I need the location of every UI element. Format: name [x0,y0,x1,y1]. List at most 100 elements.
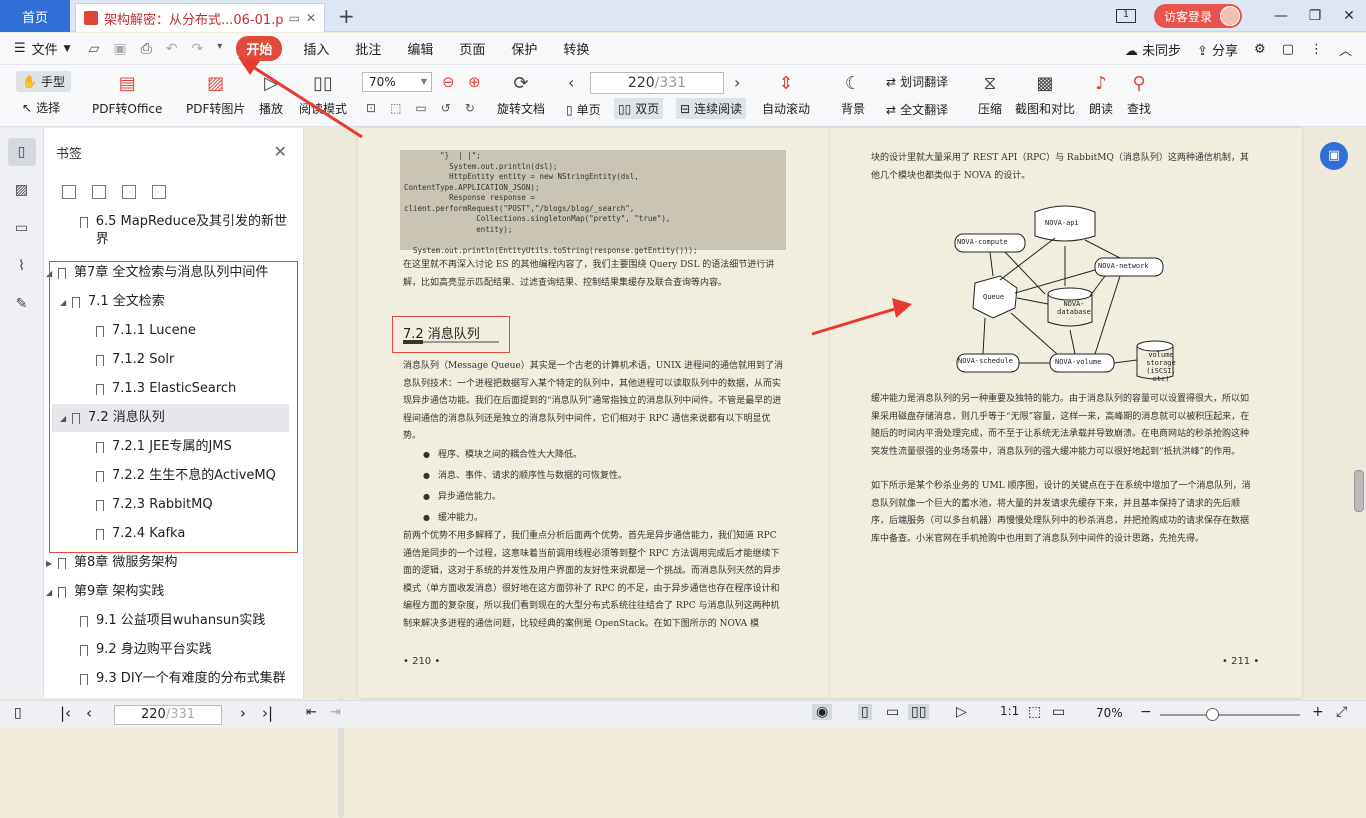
zoom-out-icon[interactable]: ⊖ [442,73,455,91]
sidebar-toggle-icon[interactable]: ▯ [14,705,22,721]
layout-icon[interactable]: 1 [1115,9,1136,23]
new-tab-button[interactable]: + [338,4,355,28]
file-menu[interactable]: ☰ 文件 ▼ [14,39,71,58]
more-options-icon[interactable]: ⋮ [1310,42,1323,57]
next-page-icon[interactable]: › [240,704,246,722]
prev-page-icon[interactable]: ‹ [86,704,92,722]
rotate-left-icon[interactable]: ↺ [441,101,451,115]
word-translate-label: 划词翻译 [900,75,949,89]
close-window-button[interactable]: ✕ [1332,8,1366,24]
signature-icon[interactable]: ✎ [8,290,36,318]
more-icon[interactable]: ▾ [217,41,222,57]
bookmark-item[interactable]: ◢ 第9章 架构实践 [46,583,278,602]
minimize-button[interactable]: — [1264,8,1298,24]
fit-page-icon[interactable]: ⬚ [1028,704,1041,720]
bookmark-item[interactable]: 6.5 MapReduce及其引发的新世界 [80,213,290,249]
zoom-in-icon[interactable]: + [1312,704,1324,720]
menu-protect[interactable]: 保护 [498,39,550,58]
continuous-read-button[interactable]: ⊟ 连续阅读 [676,98,747,119]
settings-icon[interactable]: ⚙ [1254,42,1266,57]
word-translate-button[interactable]: ⇄ 划词翻译 [886,73,948,90]
rotate-right-icon[interactable]: ↻ [465,101,475,115]
delete-bookmark-icon[interactable] [152,185,166,199]
close-tab-icon[interactable]: ✕ [306,11,316,25]
fullscreen-icon[interactable]: ⤢ [1336,704,1347,720]
expand-toggle-icon[interactable]: ▶ [46,555,56,573]
screen-icon[interactable]: ▭ [289,11,300,25]
collapse-all-icon[interactable] [92,185,106,199]
zoom-level[interactable]: 70% [1096,706,1123,720]
expand-all-icon[interactable] [62,185,76,199]
sync-button[interactable]: ☁ 未同步 [1125,40,1181,59]
bookmark-item[interactable]: 9.1 公益项目wuhansun实践 [80,612,290,630]
single-page-icon: ▯ [566,102,573,117]
single-page-button[interactable]: ▯ 单页 [566,101,601,118]
fit-width-icon[interactable]: ▭ [1052,704,1065,720]
screenshot-compare-button[interactable]: ▩ 截图和对比 [1015,71,1075,117]
bookmark-item[interactable]: 9.3 DIY一个有难度的分布式集群 [80,670,290,688]
single-view-icon[interactable]: ▯ [858,704,872,720]
comment-icon[interactable]: ▢ [1282,42,1294,57]
login-button[interactable]: 访客登录 [1153,4,1242,28]
actual-size-icon[interactable]: 1:1 [1000,704,1019,718]
document-scrollbar[interactable] [1354,470,1364,512]
double-page-button[interactable]: ▯▯ 双页 [614,98,664,119]
prev-page-icon[interactable]: ‹ [568,73,574,92]
compress-button[interactable]: ⧖ 压缩 [977,71,1003,117]
next-page-icon[interactable]: › [734,73,740,92]
bookmark-item[interactable]: 9.2 身边购平台实践 [80,641,290,659]
tab-document[interactable]: 架构解密：从分布式...06-01.pdf ▭ ✕ [75,3,325,32]
diagram-node-label: NOVA-api [1045,219,1079,227]
last-page-icon[interactable]: ›| [262,704,273,722]
menu-convert[interactable]: 转换 [550,39,602,58]
forward-icon[interactable]: ⇥ [330,705,341,720]
collapse-icon[interactable]: ︿ [1339,40,1352,59]
bookmark-panel-icon[interactable]: ▯ [7,138,36,166]
menu-edit[interactable]: 编辑 [394,39,446,58]
comment-panel-icon[interactable]: ▭ [8,214,36,242]
menu-page[interactable]: 页面 [446,39,498,58]
zoom-slider-handle[interactable] [1206,708,1219,721]
restore-button[interactable]: ❐ [1298,8,1332,24]
tab-home[interactable]: 首页 [0,0,70,32]
hand-tool[interactable]: ✋ 手型 [16,71,71,92]
add-bookmark-icon[interactable] [122,185,136,199]
read-aloud-button[interactable]: ♪ 朗读 [1088,71,1114,117]
first-page-icon[interactable]: |‹ [60,704,71,722]
redo-icon[interactable]: ↷ [192,41,204,57]
thumbnail-icon[interactable]: ▨ [8,176,36,204]
double-view-icon[interactable]: ▯▯ [908,704,930,720]
bookmark-item[interactable]: ▶ 第8章 微服务架构 [46,554,278,573]
print-icon[interactable]: ⎙ [141,41,152,57]
ai-assistant-icon[interactable]: ▣ [1320,142,1348,170]
find-button[interactable]: ⚲ 查找 [1126,71,1152,117]
back-icon[interactable]: ⇤ [306,705,317,720]
pdf-icon [84,11,98,25]
fit-page-icon[interactable]: ⬚ [390,101,401,115]
zoom-select[interactable]: 70% ▼ [362,72,432,92]
auto-scroll-button[interactable]: ⇕ 自动滚动 [762,71,810,117]
page-view-icon[interactable]: ▭ [886,704,899,720]
bottom-page-input[interactable]: 220/331 [114,705,222,725]
full-translate-button[interactable]: ⇄ 全文翻译 [886,101,948,118]
avatar [1220,6,1240,26]
share-button[interactable]: ⇪ 分享 [1197,40,1238,59]
background-button[interactable]: ☾ 背景 [840,71,866,117]
attachment-icon[interactable]: ⌇ [8,252,36,280]
open-icon[interactable]: ▱ [89,41,100,57]
pdf-to-office-button[interactable]: ▤ PDF转Office [92,71,162,117]
page-number-right: • 211 • [1222,656,1260,667]
zoom-in-icon[interactable]: ⊕ [468,73,481,91]
save-icon[interactable]: ▣ [113,41,126,57]
undo-icon[interactable]: ↶ [166,41,178,57]
play-icon[interactable]: ▷ [956,704,967,720]
rotate-doc-button[interactable]: ⟳ 旋转文档 [497,71,545,117]
zoom-out-icon[interactable]: − [1140,704,1152,720]
speaker-icon: ♪ [1095,72,1107,94]
page-number-input[interactable]: 220/331 [590,72,724,94]
eye-care-icon[interactable]: ◉ [812,704,833,720]
select-tool[interactable]: ↖ 选择 [22,99,60,116]
expand-toggle-icon[interactable]: ◢ [46,584,56,602]
zoom-slider[interactable] [1160,714,1300,716]
fit-width-icon[interactable]: ▭ [415,101,426,115]
